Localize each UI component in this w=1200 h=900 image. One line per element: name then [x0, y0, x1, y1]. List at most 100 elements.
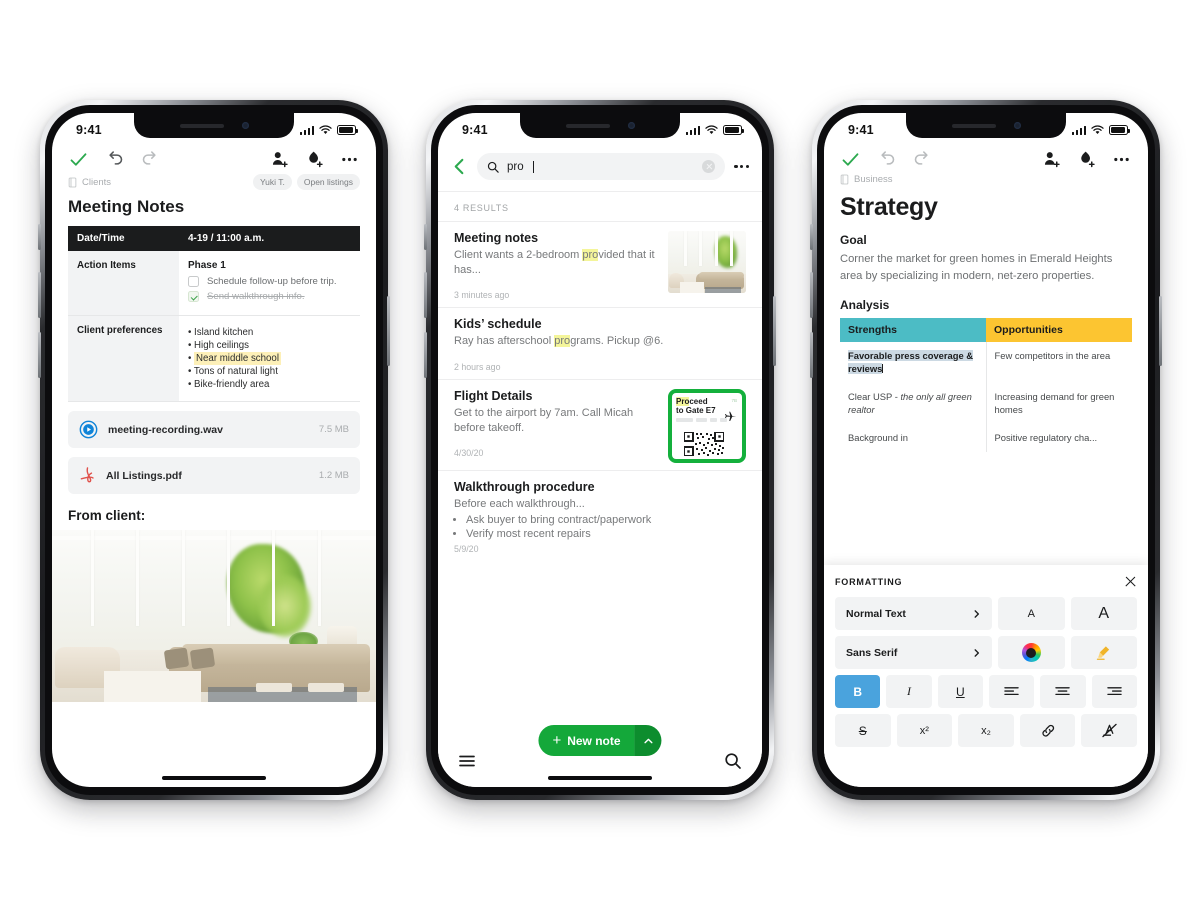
- formatting-row-1: Normal Text A A: [835, 597, 1137, 630]
- meeting-notes-table: Date/Time 4-19 / 11:00 a.m. Action Items…: [68, 226, 360, 402]
- add-person-icon[interactable]: [269, 149, 290, 170]
- clear-formatting-button[interactable]: [1081, 714, 1137, 747]
- battery-icon: [337, 125, 359, 135]
- search-input[interactable]: pro: [477, 153, 726, 180]
- notebook-breadcrumb[interactable]: Clients: [68, 177, 111, 188]
- result-timestamp: 3 minutes ago: [454, 290, 510, 301]
- notebook-breadcrumb[interactable]: Business: [840, 174, 893, 185]
- volume-up-button[interactable]: [38, 272, 41, 318]
- swot-cell-strength[interactable]: Clear USP - the only all green realtor: [840, 382, 987, 425]
- increase-font-size-button[interactable]: A: [1070, 597, 1137, 630]
- attachment-audio[interactable]: meeting-recording.wav 7.5 MB: [68, 411, 360, 448]
- front-camera: [627, 122, 635, 129]
- check-icon[interactable]: [840, 149, 861, 170]
- mute-switch[interactable]: [810, 224, 813, 250]
- align-right-button[interactable]: [1091, 675, 1137, 708]
- swot-cell-strength[interactable]: Favorable press coverage & reviews: [840, 341, 987, 383]
- result-timestamp: 4/30/20: [454, 447, 484, 458]
- list-item[interactable]: Kids’ schedule Ray has afterschool progr…: [438, 307, 762, 378]
- undo-icon[interactable]: [104, 149, 125, 170]
- tag-chip[interactable]: Open listings: [296, 174, 360, 190]
- qr-code-icon: [684, 431, 724, 456]
- redo-icon[interactable]: [912, 149, 933, 170]
- tag-chip[interactable]: Yuki T.: [252, 174, 292, 190]
- highlight-button[interactable]: [1070, 636, 1137, 669]
- back-chevron-icon[interactable]: [451, 158, 468, 175]
- bold-button[interactable]: B: [835, 675, 881, 708]
- checkbox-unchecked[interactable]: [187, 276, 199, 287]
- phone-1-note-editor: 9:41 Clients Yuki T. Open listings Meeti…: [38, 100, 390, 800]
- volume-down-button[interactable]: [38, 332, 41, 378]
- large-a-label: A: [1098, 604, 1110, 622]
- search-icon[interactable]: [724, 752, 742, 770]
- align-left-button[interactable]: [988, 675, 1035, 708]
- align-center-button[interactable]: [1040, 675, 1086, 708]
- power-button[interactable]: [1159, 296, 1162, 366]
- list-item[interactable]: Walkthrough procedure Before each walkth…: [438, 469, 762, 561]
- result-title: Walkthrough procedure: [454, 479, 595, 494]
- attached-photo-living-room[interactable]: [52, 530, 376, 702]
- home-indicator[interactable]: [162, 775, 266, 780]
- add-person-icon[interactable]: [1041, 149, 1062, 170]
- strikethrough-button[interactable]: S: [835, 714, 891, 747]
- more-icon[interactable]: [339, 149, 360, 170]
- underline-button[interactable]: U: [937, 675, 983, 708]
- italic-button[interactable]: I: [886, 675, 932, 708]
- new-note-expand-button[interactable]: [634, 725, 662, 756]
- attachment-name: meeting-recording.wav: [108, 423, 223, 436]
- hamburger-menu-icon[interactable]: [458, 752, 476, 770]
- add-tag-icon[interactable]: [304, 149, 325, 170]
- swot-cell-opportunity[interactable]: Increasing demand for green homes: [986, 383, 1132, 424]
- status-icons: [299, 125, 359, 135]
- result-thumbnail-boarding-pass[interactable]: 7B Proceed to Gate E7: [668, 388, 746, 463]
- clear-icon[interactable]: [702, 160, 716, 173]
- result-thumbnail[interactable]: [668, 231, 746, 293]
- preference-item: • Bike-friendly area: [187, 379, 270, 390]
- table-cell-preferences: • Island kitchen • High ceilings • Near …: [178, 315, 360, 402]
- list-item[interactable]: Meeting notes Client wants a 2-bedroom p…: [438, 221, 762, 307]
- decrease-font-size-button[interactable]: A: [998, 597, 1065, 630]
- checkbox-checked[interactable]: [187, 291, 199, 302]
- list-item: Ask buyer to bring contract/paperwork: [466, 514, 746, 526]
- font-family-button[interactable]: Sans Serif: [835, 636, 992, 669]
- undo-icon[interactable]: [876, 149, 897, 170]
- swot-cell-opportunity[interactable]: Few competitors in the area: [986, 342, 1132, 383]
- swot-cell-strength[interactable]: Background in: [840, 424, 987, 452]
- new-note-fab[interactable]: + New note: [538, 725, 662, 756]
- chevron-right-icon: [974, 609, 979, 618]
- close-icon[interactable]: [1124, 575, 1137, 588]
- attachment-size: 7.5 MB: [318, 424, 349, 435]
- list-item[interactable]: Flight Details Get to the airport by 7am…: [438, 378, 762, 470]
- checklist-item[interactable]: Send walkthrough info.: [187, 291, 351, 302]
- page-title: Strategy: [840, 193, 938, 221]
- result-snippet: Before each walkthrough...: [454, 497, 585, 510]
- mute-switch[interactable]: [38, 224, 41, 250]
- attachment-pdf[interactable]: All Listings.pdf 1.2 MB: [68, 457, 360, 494]
- link-button[interactable]: [1019, 714, 1076, 747]
- front-camera: [241, 122, 249, 129]
- volume-down-button[interactable]: [424, 332, 427, 378]
- volume-up-button[interactable]: [810, 272, 813, 318]
- checklist-item[interactable]: Schedule follow-up before trip.: [187, 276, 351, 287]
- power-button[interactable]: [387, 296, 390, 366]
- volume-down-button[interactable]: [810, 332, 813, 378]
- more-icon[interactable]: [734, 164, 749, 169]
- superscript-button[interactable]: x²: [896, 714, 953, 747]
- text-style-button[interactable]: Normal Text: [835, 597, 992, 630]
- device-notch: [134, 113, 294, 138]
- text-color-button[interactable]: [998, 636, 1065, 669]
- mute-switch[interactable]: [424, 224, 427, 250]
- volume-up-button[interactable]: [424, 272, 427, 318]
- power-button[interactable]: [773, 296, 776, 366]
- boarding-pass-corner: 7B: [731, 397, 737, 403]
- new-note-button[interactable]: + New note: [538, 725, 635, 756]
- redo-icon[interactable]: [140, 149, 161, 170]
- swot-cell-opportunity[interactable]: Positive regulatory cha...: [986, 424, 1132, 452]
- subscript-button[interactable]: x₂: [958, 714, 1014, 747]
- more-icon[interactable]: [1111, 149, 1132, 170]
- add-tag-icon[interactable]: [1076, 149, 1097, 170]
- check-icon[interactable]: [68, 149, 89, 170]
- home-indicator[interactable]: [548, 775, 652, 780]
- attachment-size: 1.2 MB: [318, 470, 349, 481]
- phase-label: Phase 1: [187, 260, 226, 271]
